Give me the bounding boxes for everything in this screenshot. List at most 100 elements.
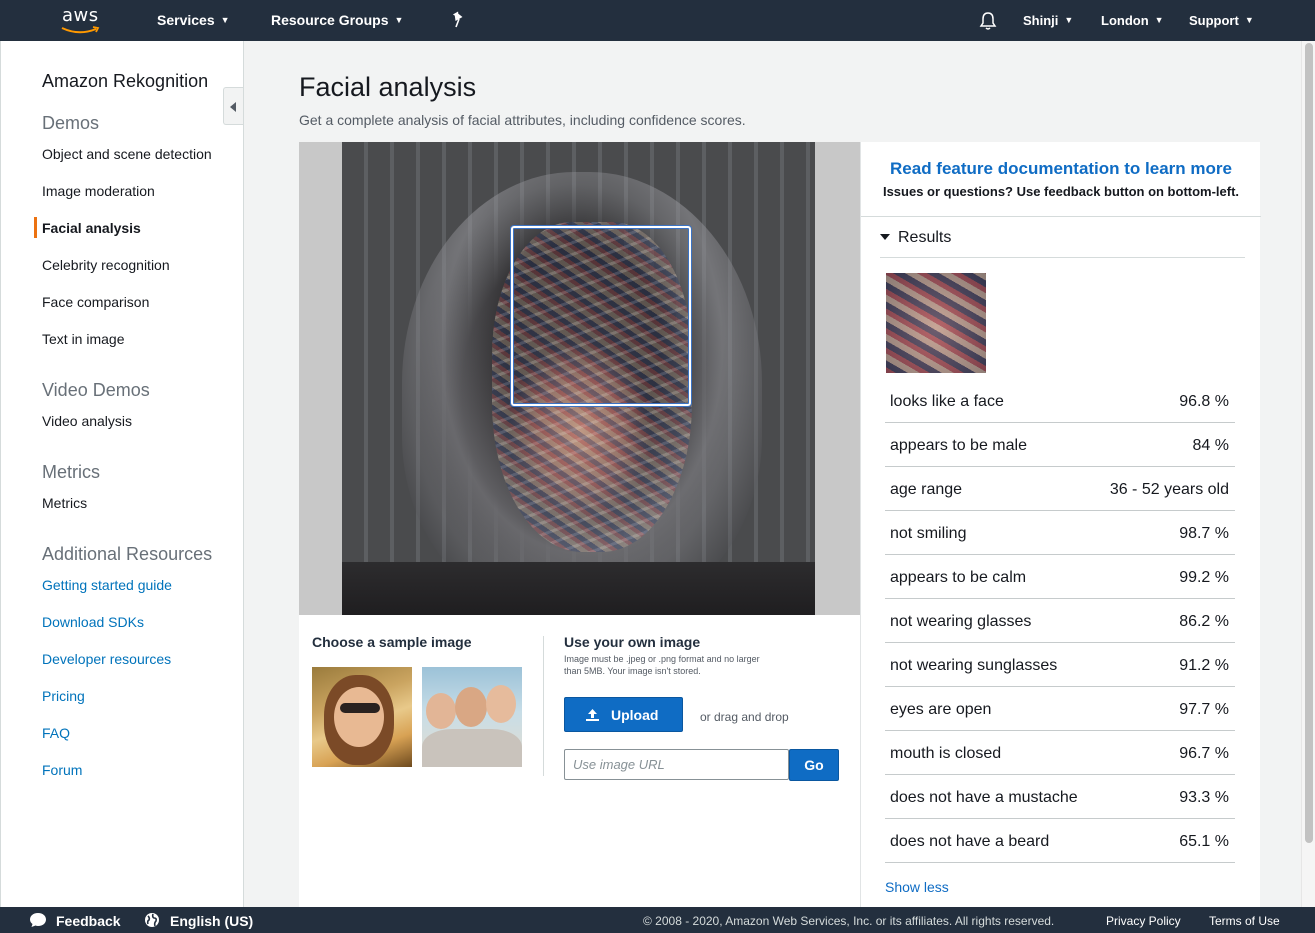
upload-icon <box>586 709 599 721</box>
result-row: not wearing sunglasses 91.2 % <box>885 643 1235 687</box>
sidebar-item-image-moderation[interactable]: Image moderation <box>42 183 155 199</box>
active-indicator <box>34 217 37 238</box>
image-url-input[interactable] <box>564 749 789 780</box>
sample-image-1[interactable] <box>312 667 412 767</box>
caret-down-icon[interactable] <box>880 234 890 240</box>
result-row: not smiling 98.7 % <box>885 511 1235 555</box>
sample2-clothing <box>422 729 522 767</box>
results-panel: Read feature documentation to learn more… <box>860 142 1261 907</box>
result-value: 91.2 % <box>1179 657 1229 674</box>
language-selector[interactable]: English (US) <box>170 913 253 929</box>
services-label: Services <box>157 12 215 28</box>
result-row: appears to be male 84 % <box>885 423 1235 467</box>
detected-face-thumbnail <box>886 273 986 373</box>
terms-of-use-link[interactable]: Terms of Use <box>1209 914 1280 928</box>
sidebar-title: Amazon Rekognition <box>42 71 209 91</box>
resource-groups-label: Resource Groups <box>271 12 389 28</box>
photo-bottom <box>342 562 815 615</box>
result-label: not wearing glasses <box>890 613 1032 630</box>
sidebar-link-forum[interactable]: Forum <box>42 762 82 778</box>
top-navigation-bar: aws Services ▼ Resource Groups ▼ Shinji ▼ L… <box>0 0 1315 41</box>
demo-panel: Choose a sample image Use your own image… <box>299 142 860 907</box>
resource-groups-menu[interactable]: Resource Groups ▼ <box>271 12 403 28</box>
sample1-sunglasses <box>340 703 380 713</box>
result-label: not wearing sunglasses <box>890 657 1058 674</box>
pin-icon[interactable] <box>451 11 467 29</box>
result-row: appears to be calm 99.2 % <box>885 555 1235 599</box>
result-value: 97.7 % <box>1179 701 1229 718</box>
sidebar-item-object-scene-detection[interactable]: Object and scene detection <box>42 146 212 162</box>
sidebar-heading-video-demos: Video Demos <box>42 380 150 400</box>
aws-logo[interactable]: aws <box>60 5 104 35</box>
chevron-down-icon: ▼ <box>1244 15 1254 25</box>
result-value: 96.8 % <box>1179 393 1229 410</box>
result-row: eyes are open 97.7 % <box>885 687 1235 731</box>
feedback-button[interactable]: Feedback <box>56 913 121 929</box>
sample2-person-2 <box>455 687 487 727</box>
services-menu[interactable]: Services ▼ <box>157 12 230 28</box>
separator <box>861 216 1261 217</box>
result-label: looks like a face <box>890 393 1004 410</box>
sample2-person-1 <box>426 693 456 729</box>
aws-smile-icon <box>61 26 100 34</box>
documentation-link[interactable]: Read feature documentation to learn more <box>861 159 1261 179</box>
aws-logo-text: aws <box>62 5 99 26</box>
result-value: 84 % <box>1192 437 1229 454</box>
own-image-label: Use your own image <box>564 634 701 650</box>
result-value: 65.1 % <box>1179 833 1229 850</box>
separator <box>880 257 1245 258</box>
sidebar-link-download-sdks[interactable]: Download SDKs <box>42 614 144 630</box>
result-label: mouth is closed <box>890 745 1002 762</box>
results-list: looks like a face 96.8 % appears to be ma… <box>885 379 1235 863</box>
copyright-text: © 2008 - 2020, Amazon Web Services, Inc.… <box>643 914 1055 928</box>
support-menu[interactable]: Support ▼ <box>1189 13 1254 28</box>
account-label: Shinji <box>1023 13 1059 28</box>
show-less-link[interactable]: Show less <box>885 879 949 895</box>
sidebar-item-video-analysis[interactable]: Video analysis <box>42 413 132 429</box>
scrollbar-thumb[interactable] <box>1305 43 1313 843</box>
result-row: looks like a face 96.8 % <box>885 379 1235 423</box>
sidebar-heading-demos: Demos <box>42 113 100 133</box>
sidebar-link-pricing[interactable]: Pricing <box>42 688 85 704</box>
go-button[interactable]: Go <box>789 749 839 781</box>
page-scrollbar[interactable] <box>1301 41 1315 907</box>
sidebar-link-getting-started[interactable]: Getting started guide <box>42 577 172 593</box>
collapse-sidebar-button[interactable] <box>223 87 243 125</box>
result-label: eyes are open <box>890 701 992 718</box>
drag-drop-label: or drag and drop <box>700 710 789 724</box>
account-menu[interactable]: Shinji ▼ <box>1023 13 1073 28</box>
result-value: 96.7 % <box>1179 745 1229 762</box>
sidebar-item-face-comparison[interactable]: Face comparison <box>42 294 149 310</box>
sidebar-item-metrics[interactable]: Metrics <box>42 495 87 511</box>
own-image-note: Image must be .jpeg or .png format and n… <box>564 654 760 676</box>
support-label: Support <box>1189 13 1239 28</box>
result-value: 99.2 % <box>1179 569 1229 586</box>
result-value: 86.2 % <box>1179 613 1229 630</box>
upload-label: Upload <box>611 707 659 723</box>
page-subtitle: Get a complete analysis of facial attrib… <box>299 112 746 128</box>
results-toggle[interactable]: Results <box>898 229 951 247</box>
sample-image-2[interactable] <box>422 667 522 767</box>
result-row: mouth is closed 96.7 % <box>885 731 1235 775</box>
result-value: 98.7 % <box>1179 525 1229 542</box>
sidebar-item-text-in-image[interactable]: Text in image <box>42 331 124 347</box>
sidebar-item-celebrity-recognition[interactable]: Celebrity recognition <box>42 257 170 273</box>
sidebar-heading-metrics: Metrics <box>42 462 100 482</box>
sidebar-item-facial-analysis[interactable]: Facial analysis <box>42 220 141 236</box>
chevron-down-icon: ▼ <box>394 15 404 25</box>
chevron-down-icon: ▼ <box>1064 15 1074 25</box>
analyzed-image-area <box>299 142 860 615</box>
face-bounding-box[interactable] <box>511 226 691 406</box>
chevron-down-icon: ▼ <box>220 15 230 25</box>
upload-button[interactable]: Upload <box>564 697 683 732</box>
choose-sample-label: Choose a sample image <box>312 634 472 650</box>
sample2-person-3 <box>486 685 516 723</box>
divider <box>543 636 544 776</box>
sidebar-link-developer-resources[interactable]: Developer resources <box>42 651 171 667</box>
region-menu[interactable]: London ▼ <box>1101 13 1164 28</box>
bell-icon[interactable] <box>979 11 997 31</box>
region-label: London <box>1101 13 1149 28</box>
privacy-policy-link[interactable]: Privacy Policy <box>1106 914 1181 928</box>
sidebar-link-faq[interactable]: FAQ <box>42 725 70 741</box>
result-value: 93.3 % <box>1179 789 1229 806</box>
